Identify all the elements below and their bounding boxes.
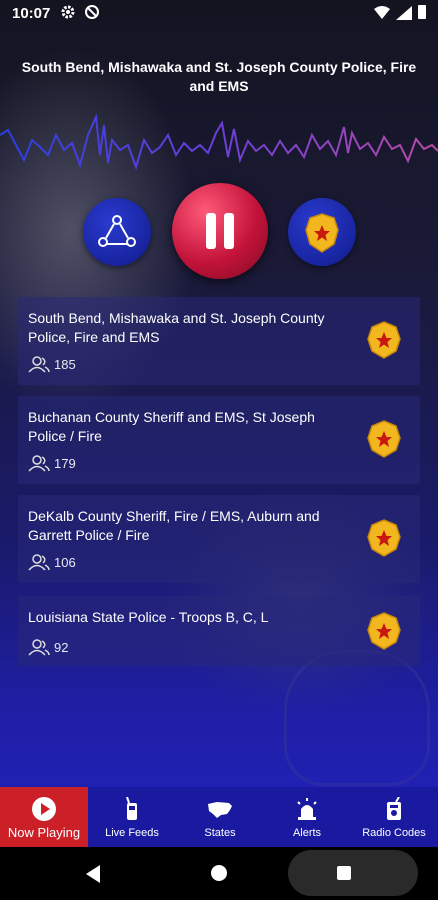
tab-alerts[interactable]: Alerts — [264, 787, 350, 847]
listeners-icon — [28, 356, 50, 373]
tab-label: Alerts — [292, 827, 322, 839]
listeners-icon — [28, 554, 50, 571]
pause-button[interactable] — [172, 183, 268, 279]
police-badge-icon — [367, 612, 401, 650]
back-icon[interactable] — [86, 865, 100, 883]
recents-highlight — [288, 850, 418, 896]
data-saver-icon — [85, 5, 99, 19]
radio-icon — [126, 797, 137, 820]
police-badge-icon — [367, 519, 401, 557]
siren-icon — [297, 798, 317, 820]
list-item[interactable]: DeKalb County Sheriff, Fire / EMS, Aubur… — [18, 495, 420, 583]
home-icon[interactable] — [211, 865, 227, 881]
list-item[interactable]: Louisiana State Police - Troops B, C, L … — [18, 596, 420, 666]
feed-title: DeKalb County Sheriff, Fire / EMS, Aubur… — [28, 508, 320, 543]
now-playing-title: South Bend, Mishawaka and St. Joseph Cou… — [21, 59, 417, 94]
tab-states[interactable]: States — [176, 787, 264, 847]
tab-label: States — [204, 827, 236, 839]
network-button[interactable] — [83, 198, 151, 266]
audio-waveform — [0, 113, 438, 171]
pause-icon — [206, 213, 216, 249]
feed-title: South Bend, Mishawaka and St. Joseph Cou… — [28, 310, 325, 345]
list-item[interactable]: South Bend, Mishawaka and St. Joseph Cou… — [18, 297, 420, 385]
listener-count: 179 — [54, 456, 76, 471]
tab-label: Radio Codes — [362, 827, 426, 839]
wifi-icon — [374, 6, 390, 19]
police-badge-icon — [367, 321, 401, 359]
signal-icon — [396, 6, 412, 20]
recents-icon[interactable] — [337, 866, 351, 880]
police-badge-button[interactable] — [288, 198, 356, 266]
radio-codes-icon — [387, 797, 401, 820]
network-icon — [98, 215, 136, 247]
feed-title: Louisiana State Police - Troops B, C, L — [28, 609, 269, 625]
status-time: 10:07 — [12, 5, 51, 22]
status-bar: 10:07 — [0, 0, 438, 28]
listener-count: 106 — [54, 555, 76, 570]
listener-count: 185 — [54, 357, 76, 372]
system-navigation-bar — [0, 847, 438, 900]
listeners-icon — [28, 639, 50, 656]
tab-live-feeds[interactable]: Live Feeds — [88, 787, 176, 847]
battery-icon — [418, 5, 426, 19]
tab-radio-codes[interactable]: Radio Codes — [350, 787, 438, 847]
police-badge-icon — [367, 420, 401, 458]
play-circle-icon — [32, 797, 56, 821]
feed-title: Buchanan County Sheriff and EMS, St Jose… — [28, 409, 315, 444]
police-badge-watermark — [284, 650, 430, 786]
list-item[interactable]: Buchanan County Sheriff and EMS, St Jose… — [18, 396, 420, 484]
gear-icon — [61, 5, 75, 19]
us-map-icon — [208, 802, 232, 818]
tab-now-playing[interactable]: Now Playing — [0, 787, 88, 847]
police-badge-icon — [305, 213, 339, 253]
tab-label: Live Feeds — [105, 827, 159, 839]
bottom-navigation: Now Playing Live Feeds States Alerts Rad… — [0, 787, 438, 847]
listener-count: 92 — [54, 640, 69, 655]
tab-label: Now Playing — [7, 825, 81, 840]
listeners-icon — [28, 455, 50, 472]
